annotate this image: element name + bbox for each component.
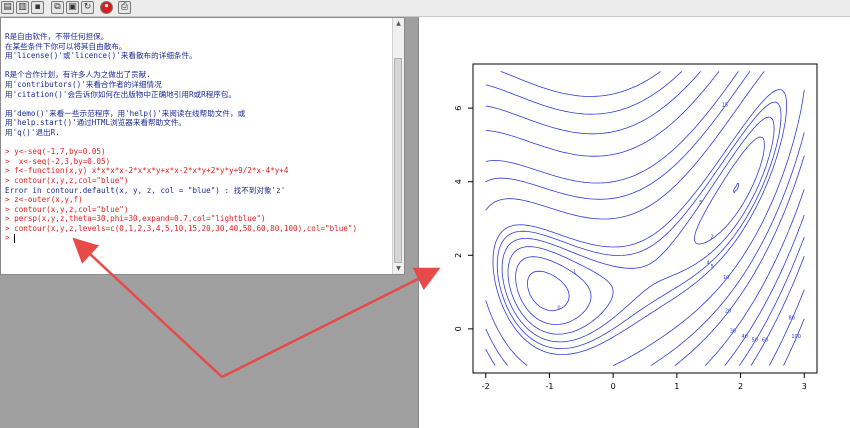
paste-icon[interactable]: ▣ xyxy=(66,1,79,14)
console-output: R是自由软件，不带任何担保。 在某些条件下你可以将其自由散布。 用'license(… xyxy=(5,32,393,243)
annotation-arrow-to-plot xyxy=(221,267,441,379)
contour-line-60 xyxy=(500,71,805,366)
plot-frame xyxy=(472,63,818,374)
console-command-line: > z<-outer(x,y,f) xyxy=(5,195,83,205)
console-command-line: > contour(x,y,z,col="blue") xyxy=(5,204,129,214)
x-tick-label: 0 xyxy=(611,382,616,391)
contour-label: 30 xyxy=(730,329,736,335)
y-tick-label: 2 xyxy=(454,253,463,258)
contour-line-5 xyxy=(492,89,787,355)
console-line: 在某些条件下你可以将其自由散布。 xyxy=(5,41,127,51)
contour-label: 80 xyxy=(789,316,795,322)
save-icon[interactable]: ▪ xyxy=(31,1,44,14)
contour-plot: 012345101520304050 6080100-2 -1 0 1 2 30246 xyxy=(454,63,818,391)
x-tick-label: 2 xyxy=(738,382,743,391)
console-line: R是个合作计划，有许多人为之做出了贡献. xyxy=(5,70,151,80)
contour-line-4 xyxy=(496,101,782,349)
console-scrollbar[interactable]: ▲ ▼ xyxy=(392,18,404,274)
y-tick-label: 6 xyxy=(454,106,463,111)
console-line: 用'license()'或'licence()'来看散布的详细条件。 xyxy=(5,51,197,61)
scroll-up-icon[interactable]: ▲ xyxy=(394,19,403,28)
console-line: 用'contributors()'来看合作者的详细情况 xyxy=(5,79,162,89)
r-console[interactable]: R是自由软件，不带任何担保。 在某些条件下你可以将其自由散布。 用'license(… xyxy=(0,17,405,275)
contour-label: 10 xyxy=(723,275,729,281)
contour-label: 0 xyxy=(557,305,560,311)
contour-label: 20 xyxy=(725,308,731,314)
toolbar: ▤ ▥ ▪ ⧉ ▣ ↻ • ⎙ xyxy=(0,0,850,17)
scroll-thumb[interactable] xyxy=(394,58,402,263)
contour-label: 60 xyxy=(762,338,768,344)
copy-paste-icon[interactable]: ↻ xyxy=(81,1,94,14)
console-line: 用'help.start()'通过HTML浏览器来看帮助文件。 xyxy=(5,118,187,128)
contour-label: 1 xyxy=(573,270,576,276)
contour-line-1 xyxy=(515,182,739,325)
contour-label: 2 xyxy=(711,235,714,241)
contour-line-80 xyxy=(768,289,805,366)
y-tick-label: 4 xyxy=(454,179,463,184)
console-command-line: > persp(x,y,z,theta=30,phi=30,expand=0.7… xyxy=(5,214,266,224)
contour-label: 15 xyxy=(722,102,728,108)
scroll-down-icon[interactable]: ▼ xyxy=(394,264,403,273)
contour-label: 3 xyxy=(699,200,702,206)
console-line: 用'q()'退出R. xyxy=(5,127,60,137)
console-command-line: > contour(x,y,z,col="blue") xyxy=(5,175,129,185)
graphics-device-window: 0 1 2 3 4 5 10 15 20 30 40 50 60 80 100 -2 -1 0 1 2 3 0 2 4 6 xyxy=(418,17,850,428)
y-tick-label: 0 xyxy=(454,326,463,331)
contour-label: 5 xyxy=(711,264,714,270)
contour-label: 4 xyxy=(706,260,709,266)
contour-line-100 xyxy=(783,318,805,366)
copy-icon[interactable]: ⧉ xyxy=(51,1,64,14)
console-command-line: > x<-seq(-2,3,by=0.05) xyxy=(5,156,111,166)
print-icon[interactable]: ⎙ xyxy=(118,1,131,14)
open-script-icon[interactable]: ▤ xyxy=(1,1,14,14)
contour-line-0 xyxy=(527,270,570,312)
contour-label: 40 xyxy=(741,334,747,340)
stop-icon[interactable]: • xyxy=(100,1,113,14)
console-line: Error in contour.default(x, y, z, col = … xyxy=(5,185,286,195)
contour-label: 100 xyxy=(791,334,801,340)
x-tick-label: 1 xyxy=(674,382,679,391)
console-command-line: > f<-function(x,y) x*x*x*x-2*x*x*y+x*x-2… xyxy=(5,166,289,176)
load-workspace-icon[interactable]: ▥ xyxy=(16,1,29,14)
console-command-line: > contour(x,y,z,levels=c(0,1,2,3,4,5,10,… xyxy=(5,223,358,233)
console-line: > xyxy=(5,233,16,243)
text-cursor xyxy=(14,233,16,243)
x-tick-label: 3 xyxy=(802,382,807,391)
console-line: R是自由软件，不带任何担保。 xyxy=(5,32,109,41)
x-tick-label: -1 xyxy=(545,382,553,391)
console-line: 用'citation()'会告诉你如何在出版物中正确地引用R或R程序包。 xyxy=(5,89,237,99)
x-tick-label: -2 xyxy=(482,382,490,391)
console-line: 用'demo()'来看一些示范程序，用'help()'来阅读在线帮助文件，或 xyxy=(5,108,246,118)
console-command-line: > y<-seq(-1,7,by=0.05) xyxy=(5,147,106,157)
contour-label: 50 xyxy=(752,338,758,344)
